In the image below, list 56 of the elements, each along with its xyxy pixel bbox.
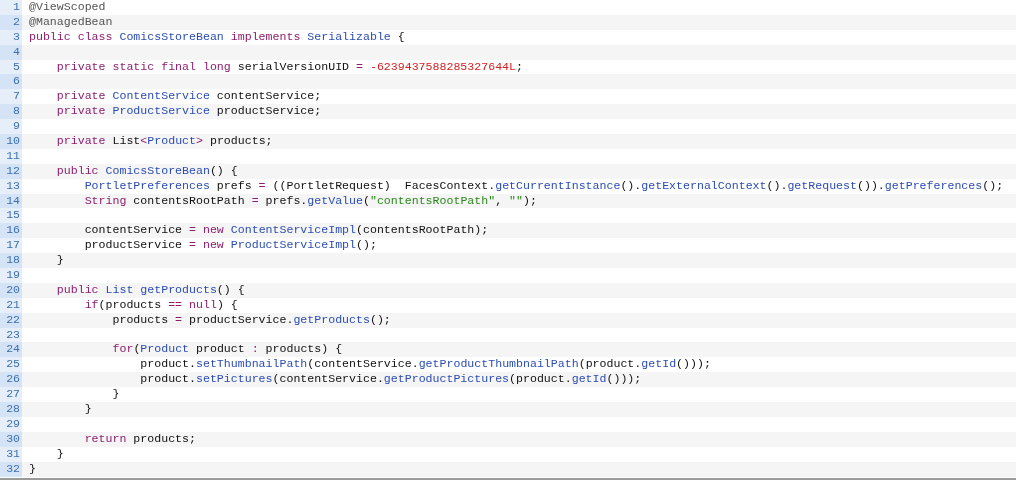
code-line: } — [55, 253, 64, 267]
line-number: 22 — [6, 312, 20, 326]
code-line: private ContentService contentService; — [55, 89, 322, 103]
line-number: 21 — [6, 297, 20, 311]
code-line: public ComicsStoreBean() { — [55, 163, 238, 177]
code-line: for(Product product : products) { — [111, 342, 343, 356]
line-number: 19 — [6, 268, 20, 282]
line-number: 12 — [6, 163, 20, 177]
line-number: 20 — [6, 282, 20, 296]
line-number: 25 — [6, 357, 20, 371]
line-number: 3 — [13, 29, 20, 43]
code-line: @ManagedBean — [29, 14, 113, 28]
line-number: 1 — [13, 0, 20, 13]
line-number: 14 — [6, 193, 20, 207]
code-line: private static final long serialVersionUID = -6239437588285327644L; — [55, 59, 523, 73]
line-number: 15 — [6, 208, 20, 222]
code-line: private List<Product> products; — [55, 134, 273, 147]
code-line: } — [55, 446, 64, 460]
code-line: } — [111, 387, 120, 401]
code-line: String contentsRootPath = prefs.getValue("contentsRootPath", ""); — [83, 193, 537, 207]
code-line: productService = new ProductServiceImpl(); — [83, 238, 377, 252]
code-line: contentService = new ContentServiceImpl(contentsRootPath); — [83, 223, 489, 237]
line-number: 10 — [6, 134, 20, 147]
code-line: @ViewScoped — [29, 0, 106, 13]
line-number: 31 — [6, 446, 20, 460]
line-number: 17 — [6, 238, 20, 252]
line-number: 13 — [6, 178, 20, 192]
code-line: product.setPictures(contentService.getProductPictures(product.getId())); — [139, 372, 642, 386]
line-number: 28 — [6, 402, 20, 416]
line-number: 7 — [13, 89, 20, 103]
code-line: } — [83, 402, 92, 416]
line-number: 32 — [6, 461, 20, 475]
code-line: public class ComicsStoreBean implements Serializable { — [29, 29, 405, 43]
line-number: 29 — [6, 416, 20, 430]
line-number: 27 — [6, 387, 20, 401]
line-number: 23 — [6, 327, 20, 341]
code-line: product.setThumbnailPath(contentService.getProductThumbnailPath(product.getId())); — [139, 357, 711, 371]
code-line: PortletPreferences prefs = ((PortletRequest) FacesContext.getCurrentInstance().getExternalContext().getRequest()).getPreferences(); — [83, 178, 1004, 192]
line-number: 11 — [6, 148, 20, 162]
line-number: 26 — [6, 372, 20, 386]
line-number: 16 — [6, 223, 20, 237]
line-number: 2 — [13, 14, 20, 28]
line-number: 8 — [13, 104, 20, 118]
code-line: return products; — [83, 431, 196, 445]
line-number: 6 — [13, 74, 20, 88]
code-line: private ProductService productService; — [55, 104, 322, 118]
line-number: 30 — [6, 431, 20, 445]
line-number: 18 — [6, 253, 20, 267]
line-number: 4 — [13, 44, 20, 58]
line-number: 24 — [6, 342, 20, 356]
code-line: if(products == null) { — [83, 297, 238, 311]
code-line: } — [29, 461, 36, 475]
code-line: public List getProducts() { — [55, 282, 245, 296]
code-line: products = productService.getProducts(); — [111, 312, 391, 326]
line-number: 5 — [13, 59, 20, 73]
line-number: 9 — [13, 119, 20, 133]
